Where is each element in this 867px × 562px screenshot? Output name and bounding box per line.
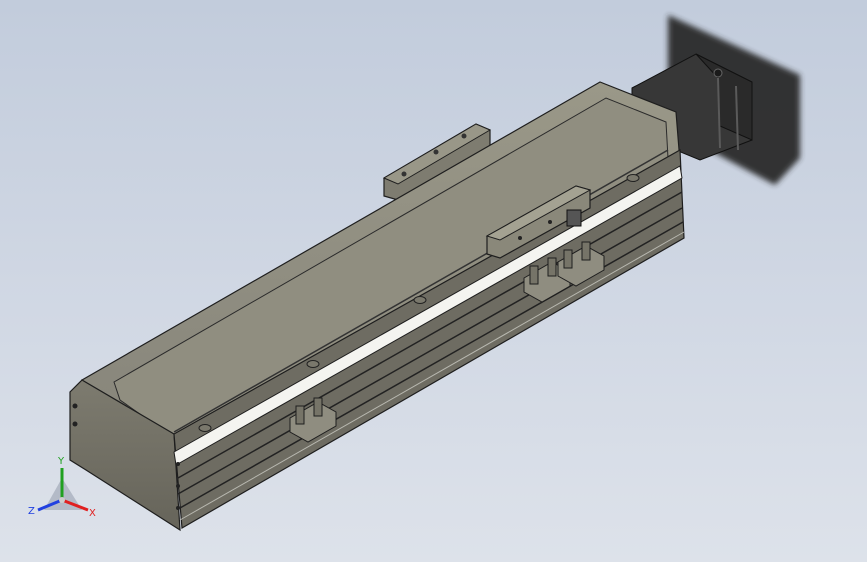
triad-z-label: Z xyxy=(28,506,35,517)
triad-y-label: Y xyxy=(57,456,65,467)
triad-x-label: X xyxy=(89,508,96,519)
cad-viewport[interactable]: X Y Z xyxy=(0,0,867,562)
model-scene[interactable]: X Y Z xyxy=(0,0,867,562)
actuator-body[interactable] xyxy=(69,81,685,532)
